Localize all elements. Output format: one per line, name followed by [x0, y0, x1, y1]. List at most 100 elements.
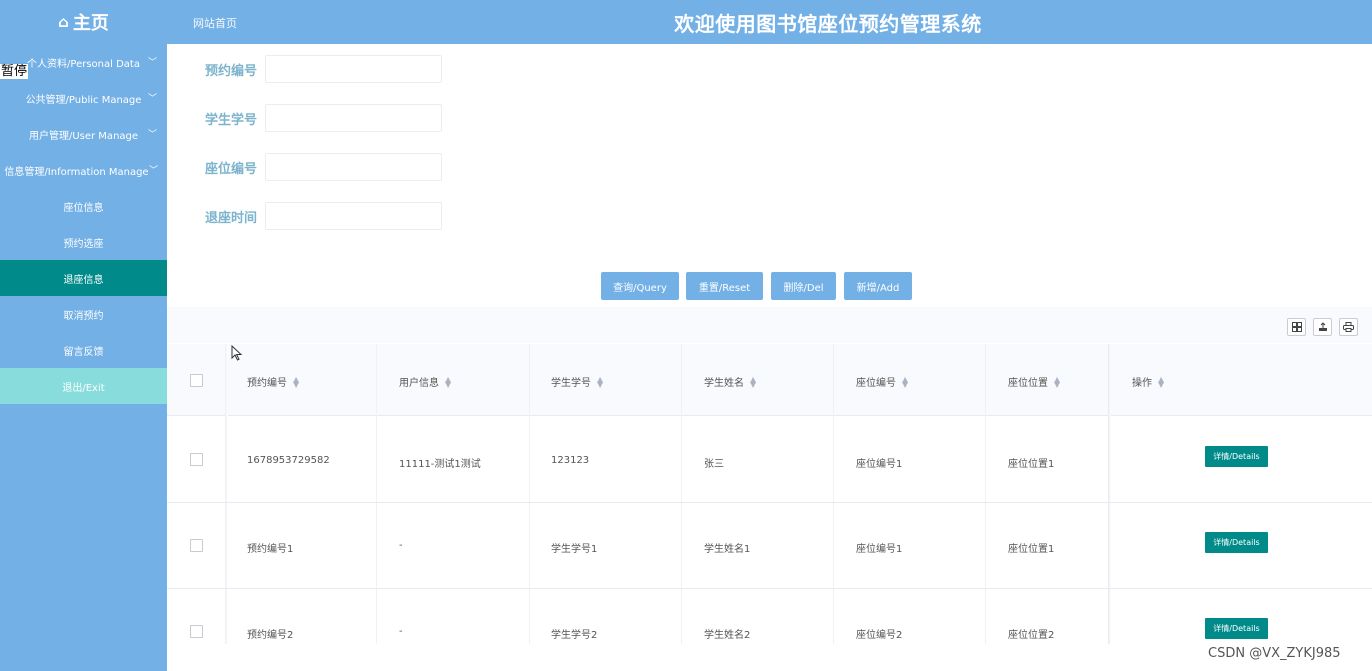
- query-button[interactable]: 查询/Query: [601, 272, 679, 300]
- sidebar-item-exit[interactable]: 退出/Exit: [0, 368, 167, 404]
- fixed-column-shadow: [1108, 344, 1111, 644]
- table-toolbar: [167, 307, 1372, 343]
- export-icon[interactable]: [1313, 318, 1332, 336]
- table-cell: 张三: [704, 459, 724, 470]
- home-logo[interactable]: ⌂ 主页: [0, 0, 167, 44]
- field-label: 学生学号: [205, 112, 258, 128]
- details-button[interactable]: 详情/Details: [1205, 446, 1268, 467]
- sidebar-item-return-seat[interactable]: 退座信息: [0, 260, 167, 296]
- column-label: 学生学号: [551, 378, 591, 389]
- add-button[interactable]: 新增/Add: [844, 272, 912, 300]
- table-cell: 座位位置1: [1008, 544, 1055, 555]
- sidebar-item-user-manage[interactable]: 用户管理/User Manage ﹀: [0, 116, 167, 152]
- table-cell: 座位编号1: [856, 544, 903, 555]
- sort-icon[interactable]: ▲ ▼: [1158, 375, 1164, 388]
- field-label: 预约编号: [205, 63, 258, 79]
- column-divider: [833, 344, 834, 644]
- form-row-reservation-id: 预约编号: [205, 55, 442, 83]
- details-button[interactable]: 详情/Details: [1205, 618, 1268, 639]
- sidebar-item-information-manage[interactable]: 信息管理/Information Manage ﹀: [0, 152, 167, 188]
- chevron-down-icon: ﹀: [148, 166, 158, 176]
- sidebar-item-label: 取消预约: [63, 310, 104, 322]
- sort-icon[interactable]: ▲ ▼: [445, 375, 451, 388]
- sidebar-item-label: 信息管理/Information Manage: [4, 166, 149, 178]
- overlay-pause-text: 暂停: [0, 64, 29, 79]
- column-header-seat-id[interactable]: 座位编号 ▲ ▼: [856, 374, 908, 389]
- columns-icon[interactable]: [1287, 318, 1306, 336]
- home-icon: ⌂: [58, 13, 69, 31]
- sort-icon[interactable]: ▲ ▼: [293, 375, 299, 388]
- column-header-seat-location[interactable]: 座位位置 ▲ ▼: [1008, 374, 1060, 389]
- row-divider: [167, 588, 1372, 589]
- reservation-id-input[interactable]: [265, 55, 442, 83]
- sidebar-item-label: 用户管理/User Manage: [28, 130, 139, 142]
- form-row-seat-id: 座位编号: [205, 153, 442, 181]
- column-header-student-id[interactable]: 学生学号 ▲ ▼: [551, 374, 603, 389]
- form-row-return-time: 退座时间: [205, 202, 442, 230]
- seat-id-input[interactable]: [265, 153, 442, 181]
- print-icon[interactable]: [1339, 318, 1358, 336]
- sort-icon[interactable]: ▲ ▼: [597, 375, 603, 388]
- table-cell: 123123: [551, 455, 590, 466]
- breadcrumb[interactable]: 网站首页: [193, 15, 237, 31]
- return-time-input[interactable]: [265, 202, 442, 230]
- table-cell: 座位位置2: [1008, 630, 1055, 641]
- column-divider: [681, 344, 682, 644]
- table-cell: -: [399, 540, 403, 551]
- column-divider: [985, 344, 986, 644]
- row-checkbox[interactable]: [190, 539, 203, 552]
- table-cell: 座位编号2: [856, 630, 903, 641]
- table-header: [167, 344, 1372, 416]
- sort-icon[interactable]: ▲ ▼: [902, 375, 908, 388]
- column-label: 预约编号: [247, 378, 287, 389]
- column-label: 座位编号: [856, 378, 896, 389]
- select-all-checkbox[interactable]: [190, 374, 203, 387]
- column-header-user-info[interactable]: 用户信息 ▲ ▼: [399, 374, 451, 389]
- sidebar-item-label: 退出/Exit: [62, 382, 105, 394]
- mouse-cursor-icon: [231, 345, 243, 361]
- table-cell: 预约编号2: [247, 630, 294, 641]
- sort-icon[interactable]: ▲ ▼: [1054, 375, 1060, 388]
- table-cell: 学生姓名1: [704, 544, 751, 555]
- column-header-reservation-id[interactable]: 预约编号 ▲ ▼: [247, 374, 299, 389]
- chevron-down-icon: ﹀: [147, 94, 157, 104]
- sidebar-item-reserve-seat[interactable]: 预约选座: [0, 224, 167, 260]
- sidebar-item-public-manage[interactable]: 公共管理/Public Manage ﹀: [0, 80, 167, 116]
- sidebar-item-label: 留言反馈: [63, 346, 104, 358]
- logo-text: 主页: [72, 13, 109, 34]
- table-cell: 学生姓名2: [704, 630, 751, 641]
- column-header-student-name[interactable]: 学生姓名 ▲ ▼: [704, 374, 756, 389]
- sidebar-item-label: 个人资料/Personal Data: [27, 58, 140, 70]
- table-cell: 11111-测试1测试: [399, 459, 481, 470]
- sidebar-item-label: 退座信息: [63, 274, 104, 286]
- chevron-down-icon: ﹀: [147, 58, 157, 68]
- table-cell: 座位位置1: [1008, 459, 1055, 470]
- column-label: 学生姓名: [704, 378, 744, 389]
- sidebar-item-label: 公共管理/Public Manage: [25, 94, 142, 106]
- reset-button[interactable]: 重置/Reset: [686, 272, 763, 300]
- table-cell: -: [399, 626, 403, 637]
- sidebar-item-label: 预约选座: [63, 238, 104, 250]
- row-checkbox[interactable]: [190, 453, 203, 466]
- page-title: 欢迎使用图书馆座位预约管理系统: [674, 12, 982, 36]
- student-id-input[interactable]: [265, 104, 442, 132]
- row-divider: [167, 502, 1372, 503]
- column-label: 用户信息: [399, 378, 439, 389]
- column-header-actions[interactable]: 操作 ▲ ▼: [1132, 374, 1164, 389]
- column-label: 座位位置: [1008, 378, 1048, 389]
- details-button[interactable]: 详情/Details: [1205, 532, 1268, 553]
- field-label: 座位编号: [205, 161, 258, 177]
- column-label: 操作: [1132, 378, 1152, 389]
- column-divider: [529, 344, 530, 644]
- sort-icon[interactable]: ▲ ▼: [750, 375, 756, 388]
- delete-button[interactable]: 删除/Del: [771, 272, 836, 300]
- sidebar-item-feedback[interactable]: 留言反馈: [0, 332, 167, 368]
- row-checkbox[interactable]: [190, 625, 203, 638]
- sidebar-item-seat-info[interactable]: 座位信息: [0, 188, 167, 224]
- table-cell: 座位编号1: [856, 459, 903, 470]
- sidebar-item-cancel-reservation[interactable]: 取消预约: [0, 296, 167, 332]
- column-divider: [376, 344, 377, 644]
- table-cell: 学生学号1: [551, 544, 598, 555]
- field-label: 退座时间: [205, 210, 258, 226]
- table-cell: 预约编号1: [247, 544, 294, 555]
